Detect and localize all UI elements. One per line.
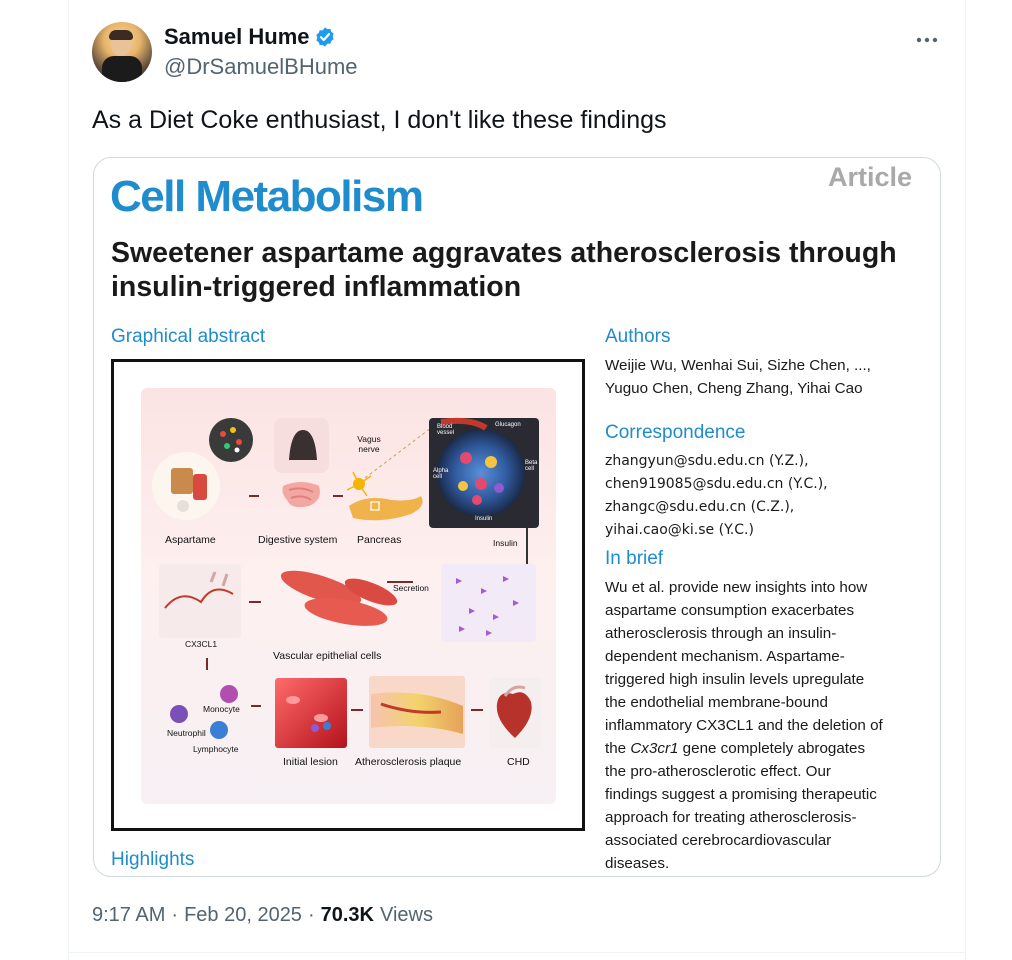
email-line: chen919085@sdu.edu.cn (Y.C.),: [605, 476, 828, 492]
initial-lesion-icon: [275, 678, 347, 748]
label-aspartame: Aspartame: [165, 534, 216, 546]
label-chd: CHD: [507, 756, 530, 768]
author-name[interactable]: Samuel Hume: [164, 24, 310, 50]
tweet-time[interactable]: 9:17 AM: [92, 904, 165, 927]
paper-title: Sweetener aspartame aggravates atheroscl…: [111, 237, 897, 303]
insulin-secretion-icon: [441, 564, 536, 642]
in-brief-line: the Cx3cr1 gene completely abrogates: [605, 740, 866, 757]
label-glucagon: Glucagon: [495, 422, 521, 428]
tweet-header: Samuel Hume @DrSamuelBHume: [92, 22, 942, 82]
in-brief-line: triggered high insulin levels upregulate: [605, 671, 865, 688]
views-count: 70.3K: [320, 904, 374, 926]
atherosclerosis-plaque-icon: [369, 676, 465, 748]
label-digestive-system: Digestive system: [258, 534, 338, 546]
authors-list: Weijie Wu, Wenhai Sui, Sizhe Chen, ..., …: [605, 354, 925, 400]
in-brief-line: associated cerebrocardiovascular: [605, 832, 832, 849]
brain-icon: [274, 418, 329, 473]
timeline-right-border: [965, 0, 966, 960]
label-insulin: Insulin: [493, 538, 518, 548]
correspondence-title: Correspondence: [605, 422, 746, 443]
in-brief-line: aspartame consumption exacerbates: [605, 602, 855, 619]
avatar[interactable]: [92, 22, 152, 82]
highlights-label: Highlights: [111, 849, 195, 870]
vascular-epithelial-cells-icon: [280, 570, 398, 626]
avatar-shirt: [102, 56, 142, 82]
in-brief-line: diseases.: [605, 855, 670, 872]
label-cx3cl1: CX3CL1: [185, 639, 218, 649]
more-horizontal-icon[interactable]: [916, 24, 938, 50]
in-brief-line: Wu et al. provide new insights into how: [605, 579, 868, 596]
in-brief-text: Wu et al. provide new insights into how …: [605, 576, 930, 875]
label-neutrophil: Neutrophil: [167, 728, 206, 738]
meta-separator: ·: [171, 904, 179, 926]
label-atherosclerosis-plaque: Atherosclerosis plaque: [355, 756, 462, 768]
label-blood-vessel: Blood vessel: [437, 424, 455, 436]
article-tag: Article: [827, 162, 912, 192]
tweet-text: As a Diet Coke enthusiast, I don't like …: [92, 106, 667, 134]
timeline-left-border: [68, 0, 69, 960]
tweet-date[interactable]: Feb 20, 2025: [184, 904, 302, 927]
label-lymphocyte: Lymphocyte: [193, 744, 239, 754]
in-brief-line: dependent mechanism. Aspartame-: [605, 648, 845, 665]
avatar-hair: [109, 30, 133, 40]
authors-line: Yuguo Chen, Cheng Zhang, Yihai Cao: [605, 380, 863, 397]
label-pancreas: Pancreas: [357, 534, 402, 546]
divider: [68, 952, 965, 953]
tweet-meta: 9:17 AM · Feb 20, 2025 · 70.3K Views: [92, 904, 433, 927]
label-beta-cell: Beta cell: [525, 460, 538, 472]
label-insulin-small: Insulin: [475, 516, 493, 522]
correspondence-list: zhangyun@sdu.edu.cn (Y.Z.), chen919085@s…: [605, 450, 925, 542]
label-monocyte: Monocyte: [203, 704, 240, 714]
graphical-abstract: Aspartame Digestive system Pancreas Vagu…: [111, 359, 585, 831]
aspartame-molecule-icon: [209, 418, 253, 462]
author-name-row: Samuel Hume: [164, 24, 336, 50]
in-brief-line: atherosclerosis through an insulin-: [605, 625, 837, 642]
in-brief-title: In brief: [605, 548, 664, 569]
heart-icon: [489, 678, 541, 748]
label-alpha-cell: Alpha cell: [433, 468, 449, 480]
authors-line: Weijie Wu, Wenhai Sui, Sizhe Chen, ...,: [605, 357, 871, 374]
aspartame-food-icon: [152, 452, 220, 520]
label-vascular-epithelial-cells: Vascular epithelial cells: [273, 650, 382, 662]
cx3cl1-cell-icon: [159, 564, 241, 638]
in-brief-line: inflammatory CX3CL1 and the deletion of: [605, 717, 883, 734]
in-brief-line: approach for treating atherosclerosis-: [605, 809, 857, 826]
verified-badge-icon[interactable]: [314, 26, 336, 48]
graphical-abstract-label: Graphical abstract: [111, 326, 266, 347]
pancreas-icon: [349, 496, 423, 521]
label-initial-lesion: Initial lesion: [283, 756, 338, 768]
email-line: yihai.cao@ki.se (Y.C.): [605, 522, 754, 538]
in-brief-line: the pro-atherosclerotic effect. Our: [605, 763, 831, 780]
in-brief-line: the endothelial membrane-bound: [605, 694, 828, 711]
author-handle[interactable]: @DrSamuelBHume: [164, 54, 358, 80]
meta-separator: ·: [307, 904, 315, 926]
email-line: zhangyun@sdu.edu.cn (Y.Z.),: [605, 453, 809, 469]
media-card[interactable]: Article Cell Metabolism Sweetener aspart…: [93, 157, 941, 877]
journal-title: Cell Metabolism: [110, 172, 424, 221]
label-vagus-nerve: Vagus nerve: [357, 434, 381, 454]
graphical-abstract-panel: Aspartame Digestive system Pancreas Vagu…: [141, 388, 556, 804]
digestive-system-icon: [282, 482, 320, 508]
label-secretion: Secretion: [393, 583, 429, 593]
views-label: Views: [379, 904, 433, 926]
email-line: zhangc@sdu.edu.cn (C.Z.),: [605, 499, 795, 515]
authors-title: Authors: [605, 326, 671, 347]
in-brief-line: findings suggest a promising therapeutic: [605, 786, 877, 803]
